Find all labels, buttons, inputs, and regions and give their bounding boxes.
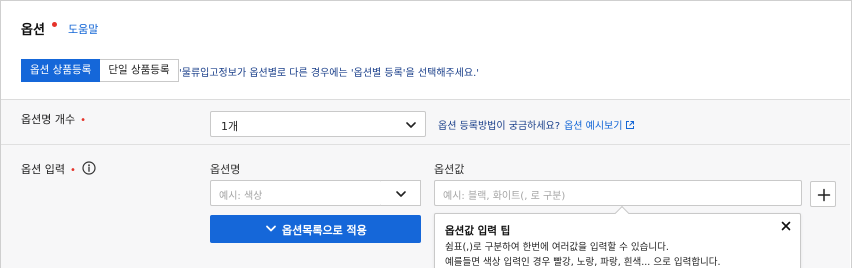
tab-single-product[interactable]: 단일 상품등록 bbox=[100, 59, 179, 82]
add-option-button[interactable] bbox=[810, 181, 836, 207]
plus-icon bbox=[817, 188, 831, 202]
row-divider bbox=[1, 144, 850, 145]
required-mark: • bbox=[69, 165, 76, 176]
chevron-down-icon bbox=[406, 122, 416, 128]
required-mark: • bbox=[80, 115, 87, 126]
option-value-tip-tooltip: 옵션값 입력 팁 쉼표(,)로 구분하여 한번에 여러값을 입력할 수 있습니다… bbox=[434, 205, 801, 268]
hint-text: 옵션 등록방법이 궁금하세요? bbox=[438, 121, 561, 132]
option-example-link-text: 옵션 예시보기 bbox=[564, 121, 623, 132]
apply-button-label: 옵션목록으로 적용 bbox=[282, 224, 367, 237]
option-value-column-label: 옵션값 bbox=[434, 163, 465, 176]
option-count-select[interactable]: 1개 bbox=[210, 111, 426, 137]
option-example-link[interactable]: 옵션 예시보기 bbox=[564, 121, 635, 132]
page-title: 옵션 bbox=[21, 23, 45, 38]
option-value-placeholder: 예시: 블랙, 화이트(, 로 구분) bbox=[443, 191, 566, 202]
tooltip-line-1: 쉼표(,)로 구분하여 한번에 여러값을 입력할 수 있습니다. bbox=[445, 242, 669, 253]
tooltip-title: 옵션값 입력 팁 bbox=[445, 225, 511, 237]
notice-text: '물류입고정보가 옵션별로 다른 경우에는 '옵션별 등록'을 선택해주세요.' bbox=[179, 68, 480, 79]
option-name-input[interactable]: 예시: 색상 bbox=[210, 180, 382, 206]
registration-tabs: 옵션 상품등록 단일 상품등록 bbox=[21, 59, 179, 82]
option-input-label-text: 옵션 입력 bbox=[21, 163, 65, 176]
required-dot bbox=[52, 22, 57, 27]
option-count-label: 옵션명 개수 • bbox=[21, 111, 86, 127]
option-value-input[interactable]: 예시: 블랙, 화이트(, 로 구분) bbox=[434, 180, 802, 206]
external-link-icon bbox=[626, 121, 635, 129]
apply-option-list-button[interactable]: 옵션목록으로 적용 bbox=[210, 215, 421, 243]
option-guide-hint: 옵션 등록방법이 궁금하세요? 옵션 예시보기 bbox=[438, 117, 635, 132]
chevron-down-icon bbox=[396, 191, 406, 197]
option-count-label-text: 옵션명 개수 bbox=[21, 113, 76, 126]
help-link[interactable]: 도움말 bbox=[68, 21, 98, 37]
option-name-placeholder: 예시: 색상 bbox=[219, 191, 263, 202]
close-icon[interactable] bbox=[780, 220, 792, 232]
option-name-dropdown-button[interactable] bbox=[381, 180, 421, 206]
option-count-value: 1개 bbox=[221, 120, 239, 133]
chevron-down-icon bbox=[266, 225, 276, 232]
info-icon[interactable] bbox=[82, 161, 96, 175]
tab-option-product[interactable]: 옵션 상품등록 bbox=[21, 59, 101, 82]
option-name-column-label: 옵션명 bbox=[210, 163, 241, 176]
tooltip-line-2: 예를들면 색상 입력인 경우 빨강, 노랑, 파랑, 흰색... 으로 입력합니… bbox=[445, 257, 721, 268]
option-input-label: 옵션 입력 • bbox=[21, 161, 76, 177]
